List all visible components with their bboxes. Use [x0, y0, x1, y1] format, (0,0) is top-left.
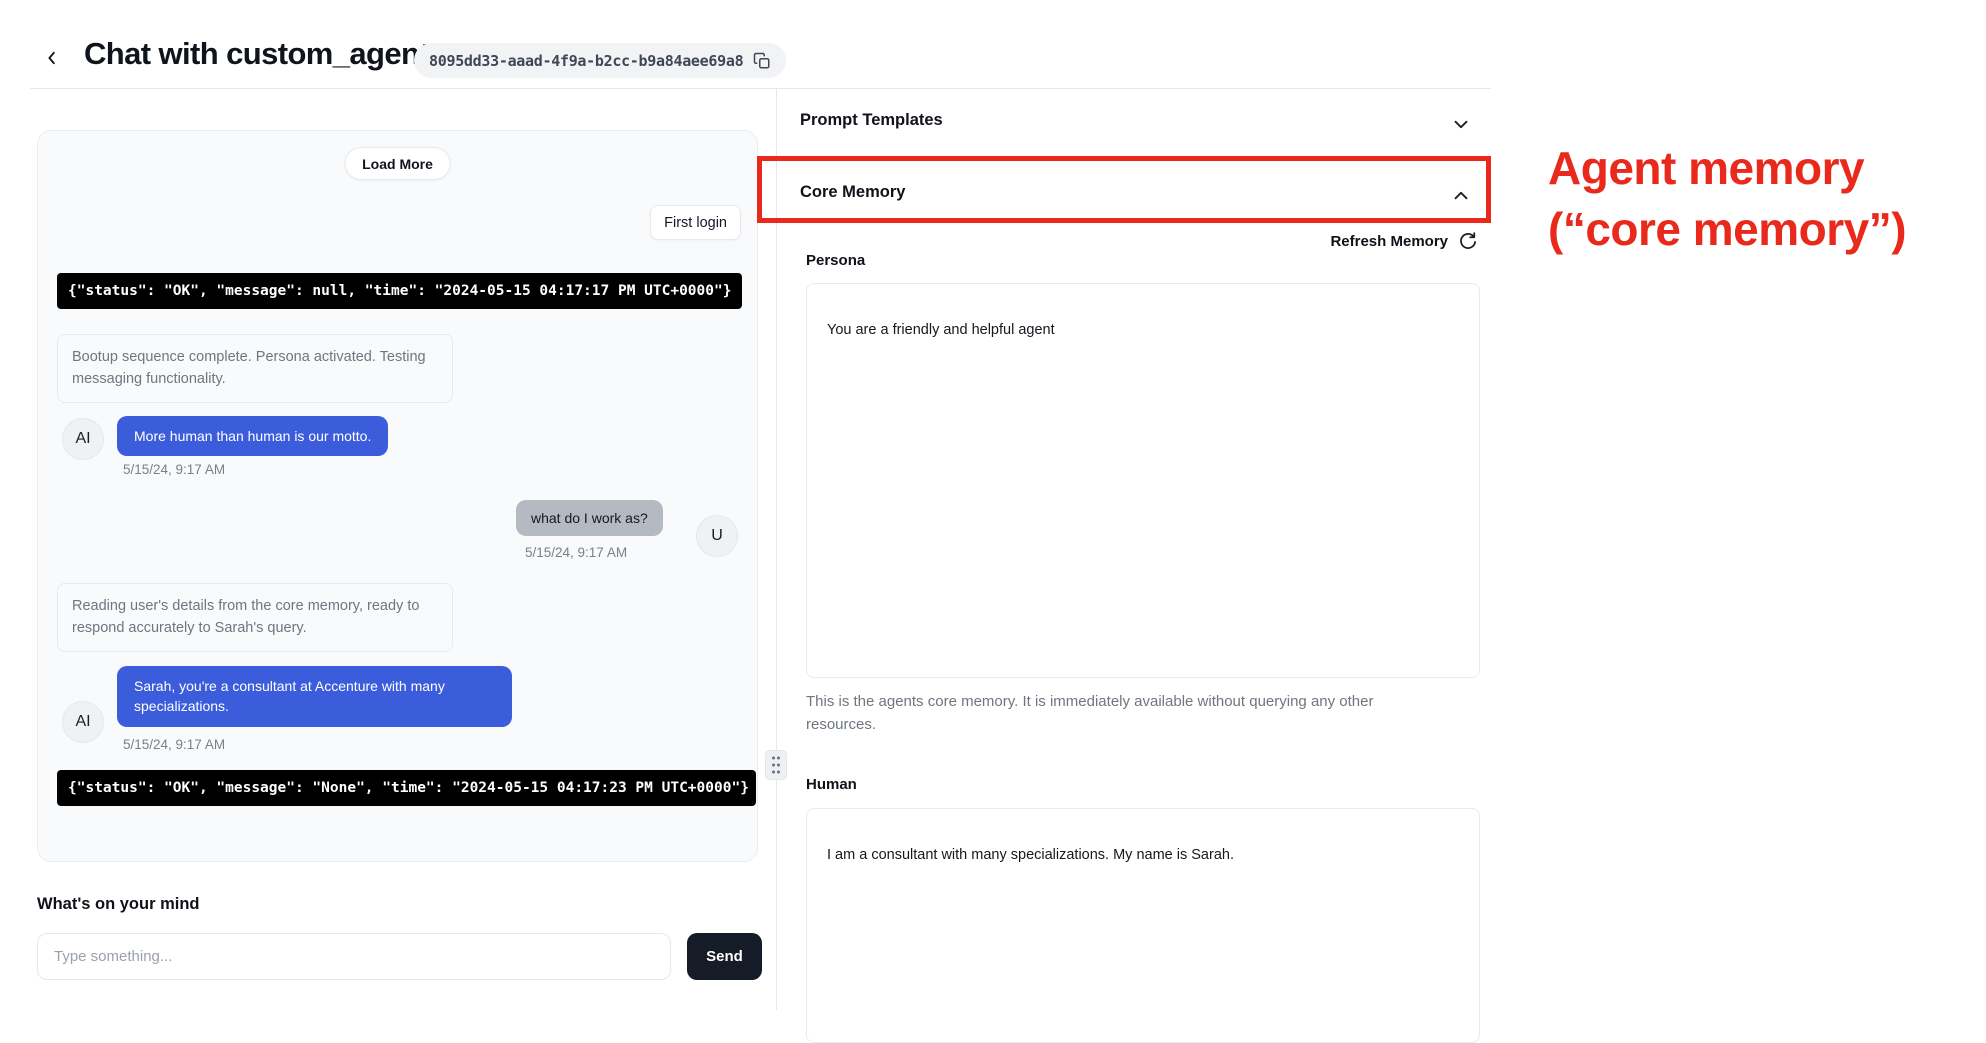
user-message-bubble: what do I work as?: [516, 500, 663, 536]
header-divider: [30, 88, 1491, 89]
system-status-message: {"status": "OK", "message": null, "time"…: [57, 273, 742, 309]
user-avatar: U: [696, 515, 738, 557]
resize-drag-handle[interactable]: [765, 750, 787, 780]
agent-inner-thought: Reading user's details from the core mem…: [57, 583, 453, 652]
core-memory-header[interactable]: Core Memory: [800, 183, 905, 202]
agent-id-value: 8095dd33-aaad-4f9a-b2cc-b9a84aee69a8: [429, 52, 743, 70]
refresh-icon: [1458, 231, 1478, 251]
prompt-templates-header[interactable]: Prompt Templates: [800, 111, 943, 130]
agent-inner-thought: Bootup sequence complete. Persona activa…: [57, 334, 453, 403]
chevron-down-icon[interactable]: [1450, 113, 1472, 135]
panel-divider: [776, 88, 777, 1010]
page-title: Chat with custom_agent: [84, 36, 429, 72]
message-timestamp: 5/15/24, 9:17 AM: [123, 462, 225, 477]
ai-avatar: AI: [62, 701, 104, 743]
agent-id-badge[interactable]: 8095dd33-aaad-4f9a-b2cc-b9a84aee69a8: [414, 43, 786, 78]
annotation-line1: Agent memory: [1548, 138, 1906, 199]
annotation-text: Agent memory (“core memory”): [1548, 138, 1906, 260]
send-button[interactable]: Send: [687, 933, 762, 980]
composer-label: What's on your mind: [37, 895, 200, 914]
human-label: Human: [806, 776, 857, 793]
human-textarea[interactable]: I am a consultant with many specializati…: [806, 808, 1480, 1043]
first-login-badge: First login: [650, 205, 741, 240]
ai-message-bubble: Sarah, you're a consultant at Accenture …: [117, 666, 512, 727]
copy-icon[interactable]: [753, 52, 771, 70]
grip-dots-icon: [770, 755, 782, 775]
back-button[interactable]: [38, 44, 66, 72]
chat-history-panel: Load More First login {"status": "OK", "…: [37, 130, 758, 862]
refresh-memory-button[interactable]: Refresh Memory: [1280, 231, 1478, 251]
ai-message-bubble: More human than human is our motto.: [117, 416, 388, 456]
message-input[interactable]: [37, 933, 671, 980]
message-timestamp: 5/15/24, 9:17 AM: [525, 545, 627, 560]
persona-label: Persona: [806, 252, 865, 269]
ai-avatar: AI: [62, 418, 104, 460]
persona-textarea[interactable]: You are a friendly and helpful agent: [806, 283, 1480, 678]
load-more-button[interactable]: Load More: [344, 147, 451, 180]
core-memory-description: This is the agents core memory. It is im…: [806, 691, 1416, 736]
chevron-left-icon: [43, 49, 61, 67]
annotation-line2: (“core memory”): [1548, 199, 1906, 260]
chevron-up-icon[interactable]: [1450, 185, 1472, 207]
system-status-message: {"status": "OK", "message": "None", "tim…: [57, 770, 756, 806]
refresh-memory-label: Refresh Memory: [1330, 233, 1448, 250]
message-timestamp: 5/15/24, 9:17 AM: [123, 737, 225, 752]
